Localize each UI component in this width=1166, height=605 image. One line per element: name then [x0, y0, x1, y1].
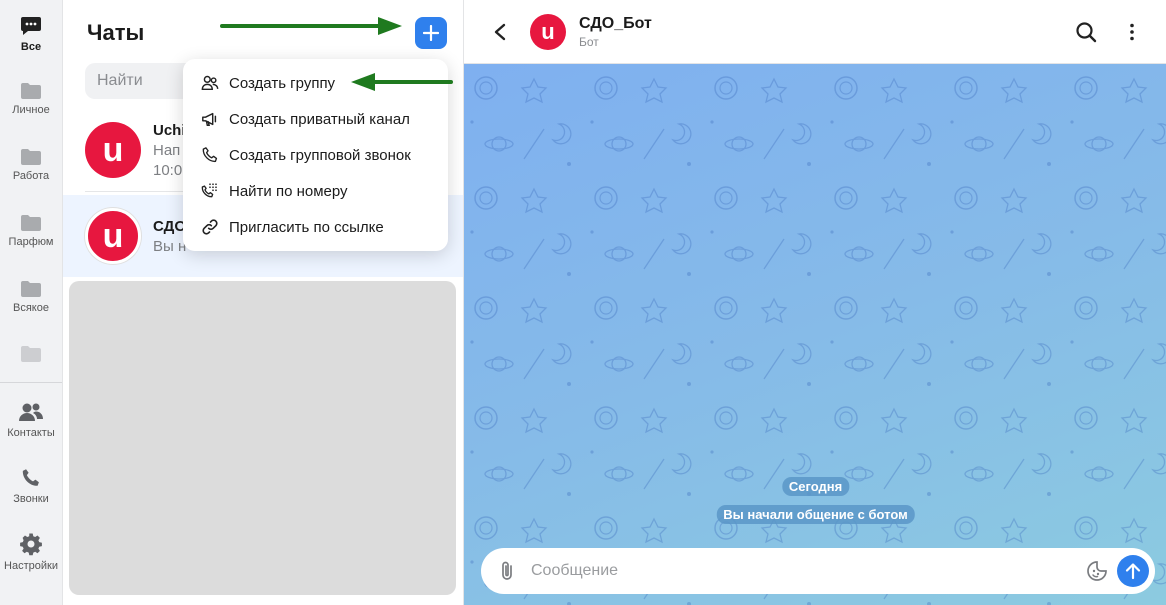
avatar: u	[85, 208, 141, 264]
search-button[interactable]	[1072, 18, 1100, 46]
empty-placeholder	[69, 281, 456, 595]
folder-icon	[21, 149, 41, 165]
chat-name: Uchi	[153, 121, 186, 139]
message-composer: Сообщение	[481, 548, 1155, 594]
rail-item-label: Всякое	[13, 302, 49, 314]
folder-icon	[21, 83, 41, 99]
chevron-left-icon	[494, 23, 506, 40]
menu-item-label: Создать групповой звонок	[229, 146, 411, 164]
plus-icon	[423, 25, 439, 41]
menu-item-find-by-number[interactable]: Найти по номеру	[183, 173, 448, 209]
annotation-arrow-left	[351, 73, 453, 91]
send-button[interactable]	[1117, 555, 1149, 587]
rail-item-personal[interactable]: Личное	[0, 66, 63, 132]
messenger-app: Все Личное Работа Парфюм Всякое Контакты…	[0, 0, 1166, 605]
sticker-icon	[1087, 561, 1107, 581]
chat-preview: Нап	[153, 141, 181, 159]
new-chat-button[interactable]	[415, 17, 447, 49]
more-options-button[interactable]	[1118, 18, 1146, 46]
rail-item-label: Звонки	[13, 493, 49, 505]
conversation-pane: u СДО_Бот Бот Сегодня Вы начали общение …	[464, 0, 1166, 605]
menu-item-label: Найти по номеру	[229, 182, 348, 200]
menu-item-private-channel[interactable]: Создать приватный канал	[183, 101, 448, 137]
folder-icon	[21, 215, 41, 231]
back-button[interactable]	[484, 16, 516, 48]
system-message: Вы начали общение с ботом	[716, 505, 915, 524]
menu-item-label: Пригласить по ссылке	[229, 218, 384, 236]
rail-item-perfume[interactable]: Парфюм	[0, 198, 63, 264]
avatar: u	[85, 122, 141, 178]
rail-item-label: Личное	[12, 104, 50, 116]
rail-item-label: Все	[20, 41, 42, 53]
conversation-name: СДО_Бот	[579, 14, 652, 32]
chat-wallpaper: Сегодня Вы начали общение с ботом Сообще…	[464, 64, 1166, 605]
more-vertical-icon	[1130, 23, 1134, 40]
contacts-icon	[19, 403, 43, 421]
rail-item-label: Работа	[12, 170, 50, 182]
link-icon	[202, 219, 218, 235]
rail-item-all[interactable]: Все	[0, 0, 63, 66]
rail-item-misc[interactable]: Всякое	[0, 264, 63, 330]
menu-item-label: Создать группу	[229, 74, 336, 92]
gear-icon	[20, 533, 42, 556]
page-title: Чаты	[87, 20, 145, 45]
rail-item-work[interactable]: Работа	[0, 132, 63, 198]
dialpad-icon	[201, 183, 217, 198]
chat-time: 10:0	[153, 161, 183, 179]
menu-item-label: Создать приватный канал	[229, 110, 410, 128]
group-icon	[201, 75, 219, 91]
menu-item-group-call[interactable]: Создать групповой звонок	[183, 137, 448, 173]
rail-item-label: Настройки	[4, 560, 58, 572]
message-input[interactable]: Сообщение	[531, 562, 1083, 580]
folder-rail: Все Личное Работа Парфюм Всякое Контакты…	[0, 0, 63, 605]
paperclip-icon	[502, 561, 512, 580]
phone-icon	[202, 147, 218, 163]
search-icon	[1076, 21, 1097, 42]
chat-preview: Вы н	[153, 237, 187, 255]
date-separator: Сегодня	[781, 477, 850, 496]
conversation-status: Бот	[579, 34, 599, 49]
sticker-button[interactable]	[1083, 557, 1111, 585]
rail-item-contacts[interactable]: Контакты	[0, 387, 63, 453]
annotation-arrow-right	[220, 17, 402, 35]
arrow-up-icon	[1125, 563, 1141, 580]
menu-item-invite-by-link[interactable]: Пригласить по ссылке	[183, 209, 448, 245]
attach-button[interactable]	[495, 559, 519, 583]
chat-list-panel: Чаты Найти u Uchi Нап 10:0 u СДО Вы н Со…	[63, 0, 464, 605]
folder-icon	[21, 346, 41, 362]
avatar[interactable]: u	[530, 13, 566, 50]
rail-divider	[0, 382, 62, 383]
chat-bubble-icon	[21, 17, 41, 35]
rail-item-label: Контакты	[7, 427, 55, 439]
rail-item-settings[interactable]: Настройки	[0, 519, 63, 585]
conversation-title[interactable]: СДО_Бот Бот	[579, 15, 652, 49]
rail-item-label: Парфюм	[8, 236, 54, 248]
rail-item-calls[interactable]: Звонки	[0, 453, 63, 519]
folder-icon	[21, 281, 41, 297]
conversation-header: u СДО_Бот Бот	[464, 0, 1166, 64]
rail-item-unnamed[interactable]	[0, 330, 63, 378]
megaphone-icon	[202, 112, 217, 127]
chat-name: СДО	[153, 217, 186, 235]
phone-icon	[22, 469, 39, 486]
